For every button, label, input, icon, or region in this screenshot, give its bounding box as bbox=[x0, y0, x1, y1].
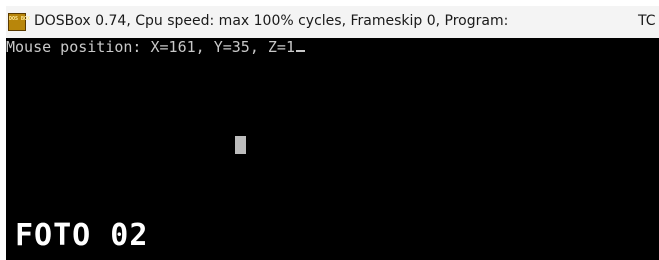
console-output-line: Mouse position: X=161, Y=35, Z=1 bbox=[6, 38, 305, 56]
window-title: DOSBox 0.74, Cpu speed: max 100% cycles,… bbox=[34, 13, 509, 29]
dosbox-window: DOS BOX DOSBox 0.74, Cpu speed: max 100%… bbox=[6, 6, 659, 260]
title-bar[interactable]: DOS BOX DOSBox 0.74, Cpu speed: max 100%… bbox=[6, 6, 659, 38]
dosbox-app-icon[interactable]: DOS BOX bbox=[8, 13, 30, 31]
block-mouse-cursor bbox=[235, 136, 246, 154]
text-cursor bbox=[295, 50, 305, 52]
mouse-position-text: Mouse position: X=161, Y=35, Z=1 bbox=[6, 38, 295, 56]
photo-caption: FOTO 02 bbox=[15, 218, 149, 253]
window-title-overflow: TC bbox=[638, 13, 656, 29]
dos-screen[interactable]: Mouse position: X=161, Y=35, Z=1 FOTO 02 bbox=[6, 38, 659, 260]
